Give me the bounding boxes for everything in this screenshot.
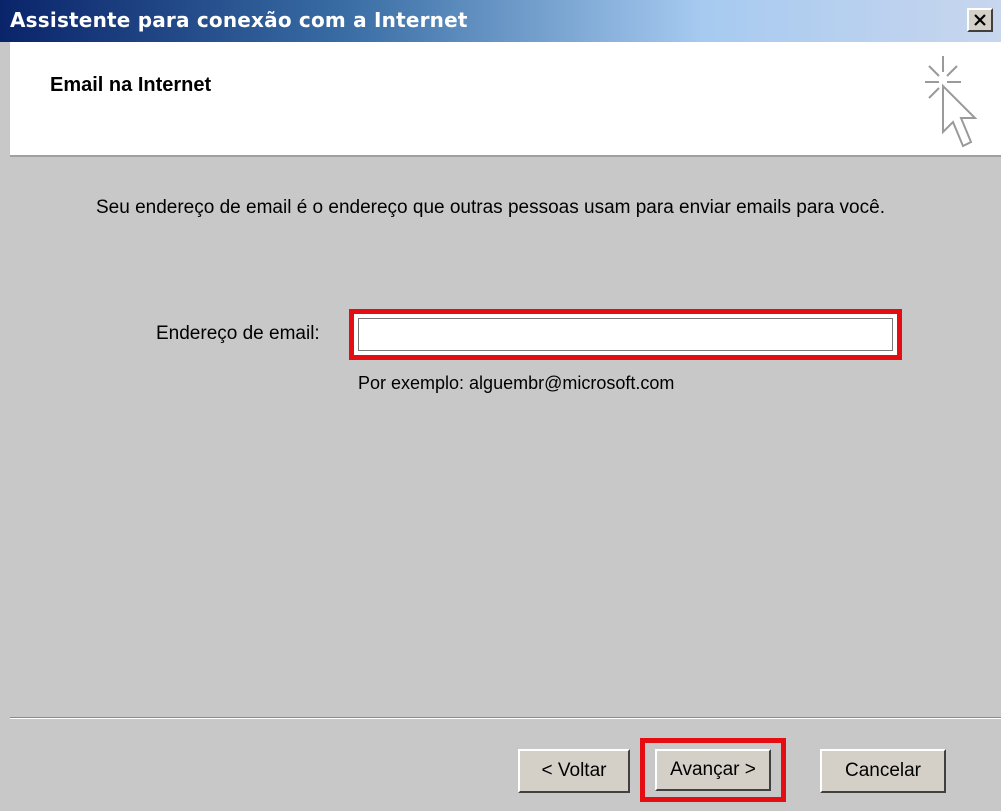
wizard-header: Email na Internet — [10, 42, 1001, 157]
wizard-content: Seu endereço de email é o endereço que o… — [10, 157, 1001, 717]
title-bar[interactable]: Assistente para conexão com a Internet — [0, 0, 1001, 42]
window-title: Assistente para conexão com a Internet — [10, 8, 468, 32]
email-field[interactable] — [358, 318, 893, 351]
page-title: Email na Internet — [50, 74, 212, 96]
email-label: Endereço de email: — [156, 323, 320, 344]
example-text: Por exemplo: alguembr@microsoft.com — [358, 373, 675, 393]
back-button[interactable]: < Voltar — [518, 749, 630, 793]
cancel-button[interactable]: Cancelar — [820, 749, 946, 793]
close-icon — [973, 14, 987, 26]
description-text: Seu endereço de email é o endereço que o… — [96, 197, 885, 218]
divider — [10, 717, 1001, 719]
email-field-highlight — [349, 309, 902, 360]
close-button[interactable] — [967, 8, 993, 32]
wizard-window: Assistente para conexão com a Internet E… — [0, 0, 1001, 811]
wizard-cursor-sparkle-icon — [925, 56, 978, 148]
next-button[interactable]: Avançar > — [655, 749, 771, 791]
next-button-highlight: Avançar > — [640, 738, 786, 802]
